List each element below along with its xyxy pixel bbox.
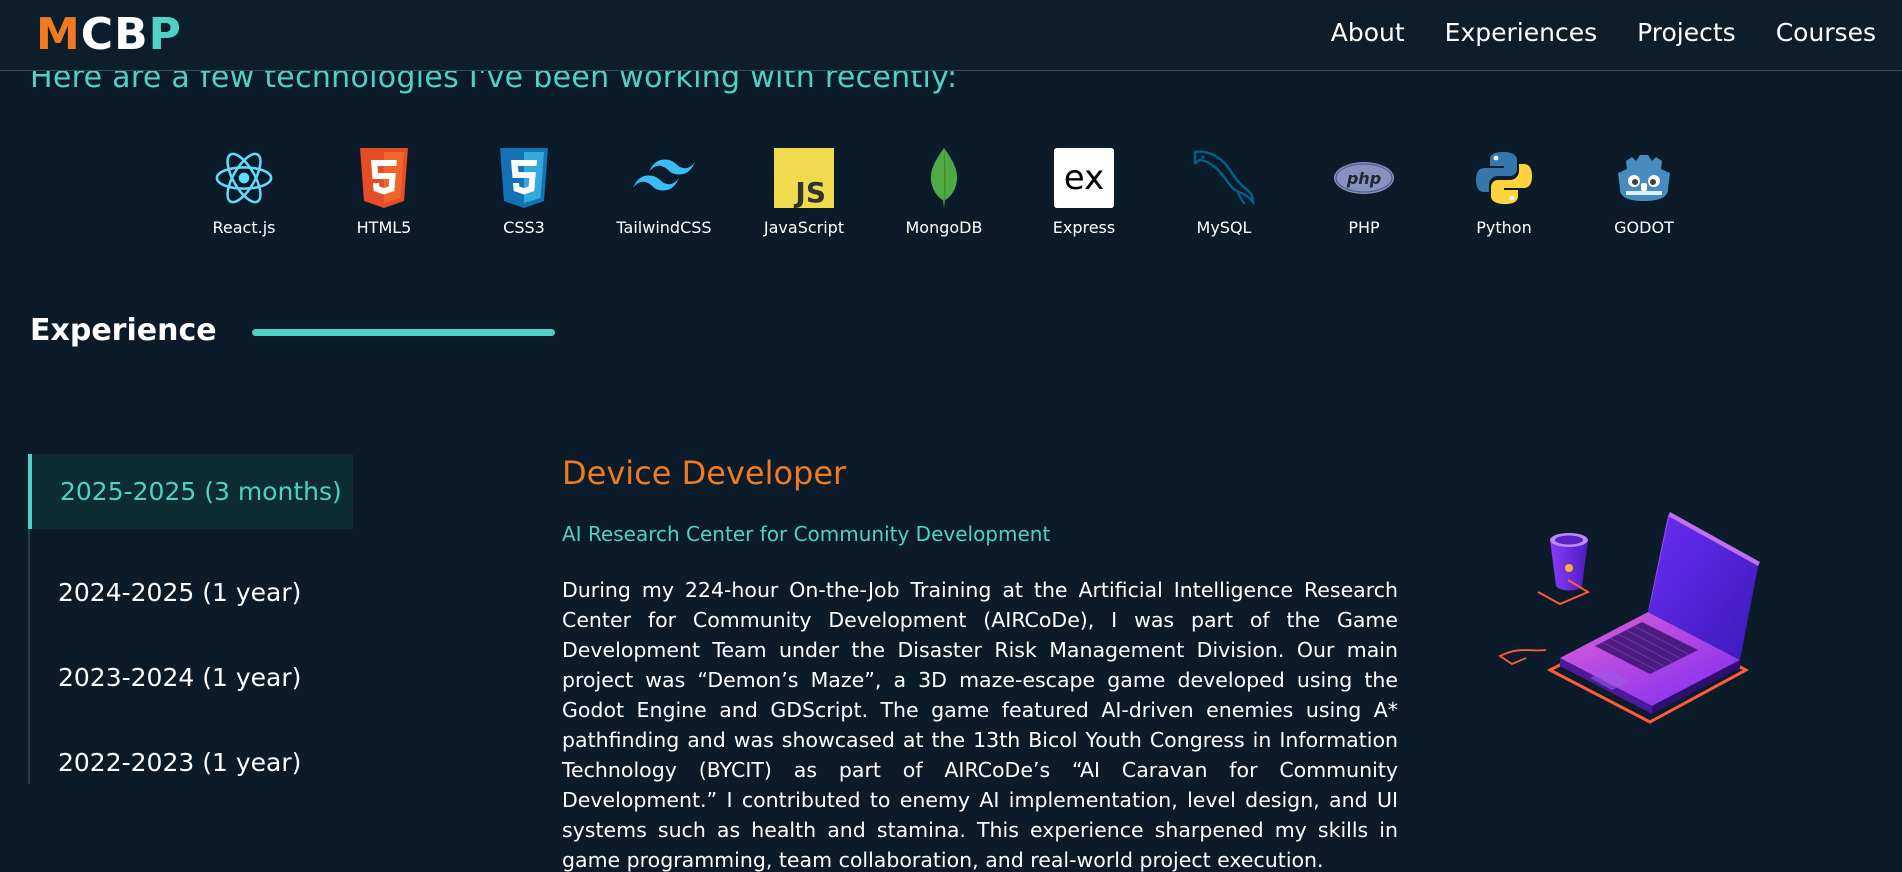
tech-item-express: ex Express (1014, 146, 1154, 237)
mysql-icon (1192, 146, 1256, 210)
site-logo[interactable]: MCBP (36, 10, 182, 60)
tech-label: GODOT (1614, 218, 1674, 237)
company-name: AI Research Center for Community Develop… (562, 522, 1051, 546)
tech-label: Express (1052, 218, 1116, 237)
tech-list: React.js HTML5 CSS3 TailwindCSS JS JavaS… (174, 146, 1714, 237)
tech-label: MySQL (1196, 218, 1252, 237)
experience-tabs: 2025-2025 (3 months) 2024-2025 (1 year) … (28, 454, 358, 784)
laptop-illustration (1490, 500, 1770, 734)
tech-label: MongoDB (905, 218, 983, 237)
tailwind-icon (632, 146, 696, 210)
tech-item-react: React.js (174, 146, 314, 237)
tech-item-html5: HTML5 (314, 146, 454, 237)
tab-2023-2024[interactable]: 2023-2024 (1 year) (30, 663, 301, 692)
nav-courses[interactable]: Courses (1776, 14, 1876, 52)
tech-item-javascript: JS JavaScript (734, 146, 874, 237)
tech-label: CSS3 (503, 218, 545, 237)
logo-letter-c: C (80, 9, 115, 60)
tech-item-mongodb: MongoDB (874, 146, 1014, 237)
svg-text:php: php (1346, 169, 1381, 188)
tech-label: JavaScript (763, 218, 845, 237)
svg-text:ex: ex (1064, 158, 1104, 198)
php-icon: php (1332, 146, 1396, 210)
mongodb-icon (912, 146, 976, 210)
logo-letter-p: P (148, 9, 182, 60)
tab-2025-2025[interactable]: 2025-2025 (3 months) (28, 454, 353, 529)
nav-experiences[interactable]: Experiences (1445, 14, 1597, 52)
tech-item-php: php PHP (1294, 146, 1434, 237)
section-divider (252, 329, 555, 336)
job-title: Device Developer (562, 454, 847, 492)
logo-letter-m: M (36, 9, 81, 60)
python-icon (1472, 146, 1536, 210)
nav-projects[interactable]: Projects (1637, 14, 1736, 52)
tech-item-css3: CSS3 (454, 146, 594, 237)
nav-about[interactable]: About (1331, 14, 1405, 52)
logo-letter-b: B (114, 9, 149, 60)
tech-label: React.js (212, 218, 276, 237)
main-nav: About Experiences Projects Courses (1331, 14, 1876, 52)
tech-label: HTML5 (356, 218, 412, 237)
html5-icon (352, 146, 416, 210)
react-icon (212, 146, 276, 210)
tech-item-python: Python (1434, 146, 1574, 237)
tech-label: Python (1476, 218, 1532, 237)
tab-2024-2025[interactable]: 2024-2025 (1 year) (30, 578, 301, 607)
section-title: Experience (30, 313, 217, 348)
tech-label: PHP (1348, 218, 1380, 237)
godot-icon (1612, 146, 1676, 210)
javascript-icon: JS (772, 146, 836, 210)
tab-2022-2023[interactable]: 2022-2023 (1 year) (30, 748, 301, 777)
job-description: During my 224-hour On-the-Job Training a… (562, 578, 1398, 872)
svg-text:JS: JS (793, 176, 826, 208)
tech-item-tailwind: TailwindCSS (594, 146, 734, 237)
express-icon: ex (1052, 146, 1116, 210)
tech-item-godot: GODOT (1574, 146, 1714, 237)
tech-label: TailwindCSS (616, 218, 712, 237)
css3-icon (492, 146, 556, 210)
tech-item-mysql: MySQL (1154, 146, 1294, 237)
site-header: MCBP About Experiences Projects Courses (0, 0, 1902, 71)
